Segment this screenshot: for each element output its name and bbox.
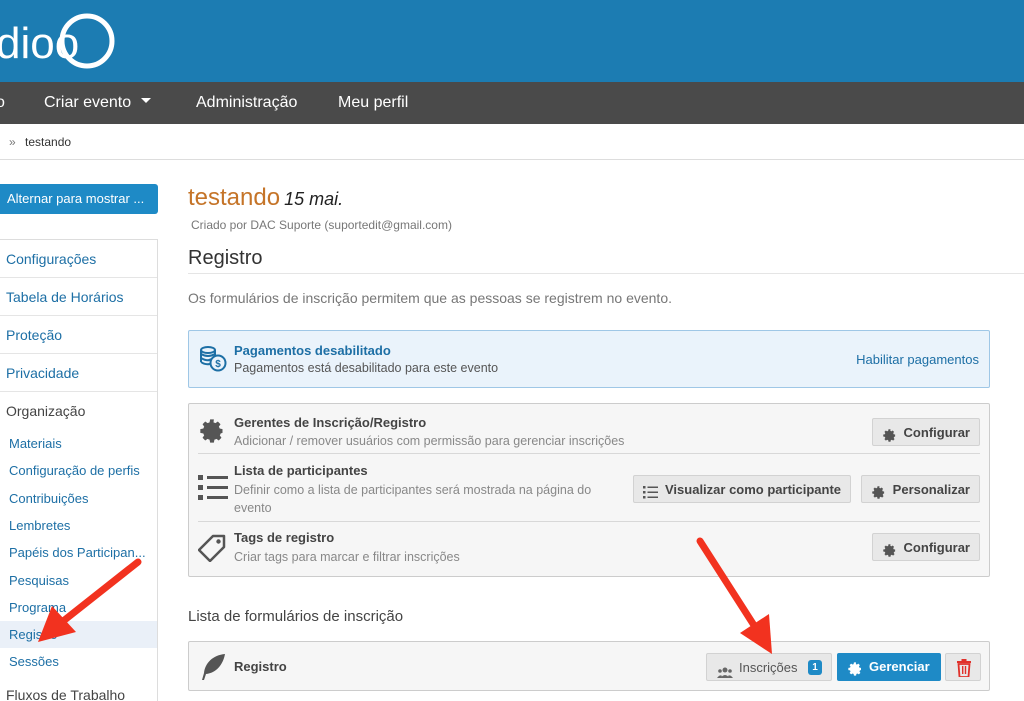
main-nav: o Criar evento Administração Meu perfil	[0, 82, 1024, 124]
sidebar-section-organization: Organização	[6, 403, 86, 419]
trash-icon	[956, 659, 972, 682]
registration-form-row: Registro Inscrições 1 Gerenciar	[188, 641, 990, 691]
sidebar-item-surveys[interactable]: Pesquisas	[0, 567, 157, 594]
app-header: dioo	[0, 0, 1024, 82]
forms-list-heading: Lista de formulários de inscrição	[188, 608, 404, 625]
configure-tags-button[interactable]: Configurar	[871, 533, 980, 561]
nav-item-create-event[interactable]: Criar evento	[44, 82, 152, 124]
gear-icon	[882, 425, 897, 453]
customize-participants-label: Personalizar	[892, 482, 970, 497]
gear-icon	[871, 482, 886, 510]
view-as-participant-label: Visualizar como participante	[665, 482, 842, 497]
breadcrumb-separator: »	[9, 135, 16, 149]
inscriptions-count-badge: 1	[808, 660, 822, 675]
svg-text:$: $	[215, 359, 221, 370]
payments-panel: $ Pagamentos desabilitado Pagamentos est…	[188, 330, 990, 388]
event-date: 15 mai.	[284, 189, 344, 209]
sidebar-item-roles[interactable]: Papéis dos Participan...	[0, 539, 157, 566]
configure-tags-label: Configurar	[903, 540, 970, 555]
managers-title: Gerentes de Inscrição/Registro	[234, 415, 427, 430]
sidebar-item-timetable[interactable]: Tabela de Horários	[0, 278, 157, 316]
nav-item-home[interactable]: o	[0, 82, 5, 124]
logo[interactable]: dioo	[0, 10, 126, 77]
sidebar-item-profile-config[interactable]: Configuração de perfis	[0, 457, 157, 484]
tags-subtitle: Criar tags para marcar e filtrar inscriç…	[234, 550, 460, 564]
sidebar-item-settings[interactable]: Configurações	[0, 240, 157, 278]
sidebar-item-contributions[interactable]: Contribuições	[0, 485, 157, 512]
chevron-down-icon	[141, 98, 152, 104]
toggle-sidebar-button[interactable]: Alternar para mostrar ...	[0, 184, 158, 214]
event-title: testando	[188, 184, 281, 211]
sidebar-item-privacy[interactable]: Privacidade	[0, 354, 157, 392]
manage-form-label: Gerenciar	[869, 659, 930, 674]
configure-managers-label: Configurar	[903, 425, 970, 440]
manage-form-button[interactable]: Gerenciar	[837, 653, 941, 681]
section-title: Registro	[188, 247, 263, 269]
gear-icon	[847, 659, 863, 687]
nav-item-profile[interactable]: Meu perfil	[338, 82, 408, 124]
page-title: testando 15 mai.	[188, 184, 343, 212]
gear-icon	[198, 417, 226, 450]
coins-icon: $	[199, 345, 227, 378]
sidebar-item-program[interactable]: Programa	[0, 594, 157, 621]
breadcrumb: » testando	[0, 124, 1024, 160]
registration-config-panel: Gerentes de Inscrição/Registro Adicionar…	[188, 403, 990, 577]
sidebar-item-registration[interactable]: Registro	[0, 621, 157, 648]
nav-label-create-event: Criar evento	[44, 94, 132, 111]
managers-subtitle: Adicionar / remover usuários com permiss…	[234, 434, 625, 448]
section-description: Os formulários de inscrição permitem que…	[188, 290, 672, 306]
config-row-tags: Tags de registro Criar tags para marcar …	[197, 522, 980, 576]
payments-title: Pagamentos desabilitado	[234, 343, 391, 358]
inscriptions-label: Inscrições	[739, 660, 798, 675]
sidebar-menu: Configurações Tabela de Horários Proteçã…	[0, 239, 158, 701]
feather-icon	[199, 653, 227, 686]
tag-icon	[197, 534, 226, 567]
configure-managers-button[interactable]: Configurar	[871, 418, 980, 446]
users-icon	[717, 661, 733, 689]
participants-subtitle: Definir como a lista de participantes se…	[234, 483, 592, 515]
list-icon	[198, 474, 228, 507]
sidebar-item-sessions[interactable]: Sessões	[0, 648, 157, 675]
participants-title: Lista de participantes	[234, 463, 368, 478]
config-row-participants: Lista de participantes Definir como a li…	[198, 454, 980, 522]
sidebar-item-reminders[interactable]: Lembretes	[0, 512, 157, 539]
view-as-participant-button[interactable]: Visualizar como participante	[633, 475, 852, 503]
customize-participants-button[interactable]: Personalizar	[860, 475, 980, 503]
nav-item-admin[interactable]: Administração	[196, 82, 297, 124]
sidebar-item-materials[interactable]: Materiais	[0, 430, 157, 457]
sidebar-item-protection[interactable]: Proteção	[0, 316, 157, 354]
gear-icon	[882, 540, 897, 568]
sidebar-section-workflows: Fluxos de Trabalho	[6, 687, 126, 701]
event-creator: Criado por DAC Suporte (suportedit@gmail…	[191, 218, 452, 232]
config-row-managers: Gerentes de Inscrição/Registro Adicionar…	[198, 404, 980, 454]
payments-subtitle: Pagamentos está desabilitado para este e…	[234, 361, 499, 375]
delete-form-button[interactable]	[945, 653, 981, 681]
form-name: Registro	[234, 659, 287, 674]
tags-title: Tags de registro	[234, 530, 335, 545]
breadcrumb-current: testando	[25, 135, 72, 149]
section-divider	[188, 273, 1024, 274]
list-icon	[643, 482, 658, 510]
enable-payments-link[interactable]: Habilitar pagamentos	[856, 352, 979, 367]
inscriptions-button[interactable]: Inscrições 1	[706, 653, 832, 681]
